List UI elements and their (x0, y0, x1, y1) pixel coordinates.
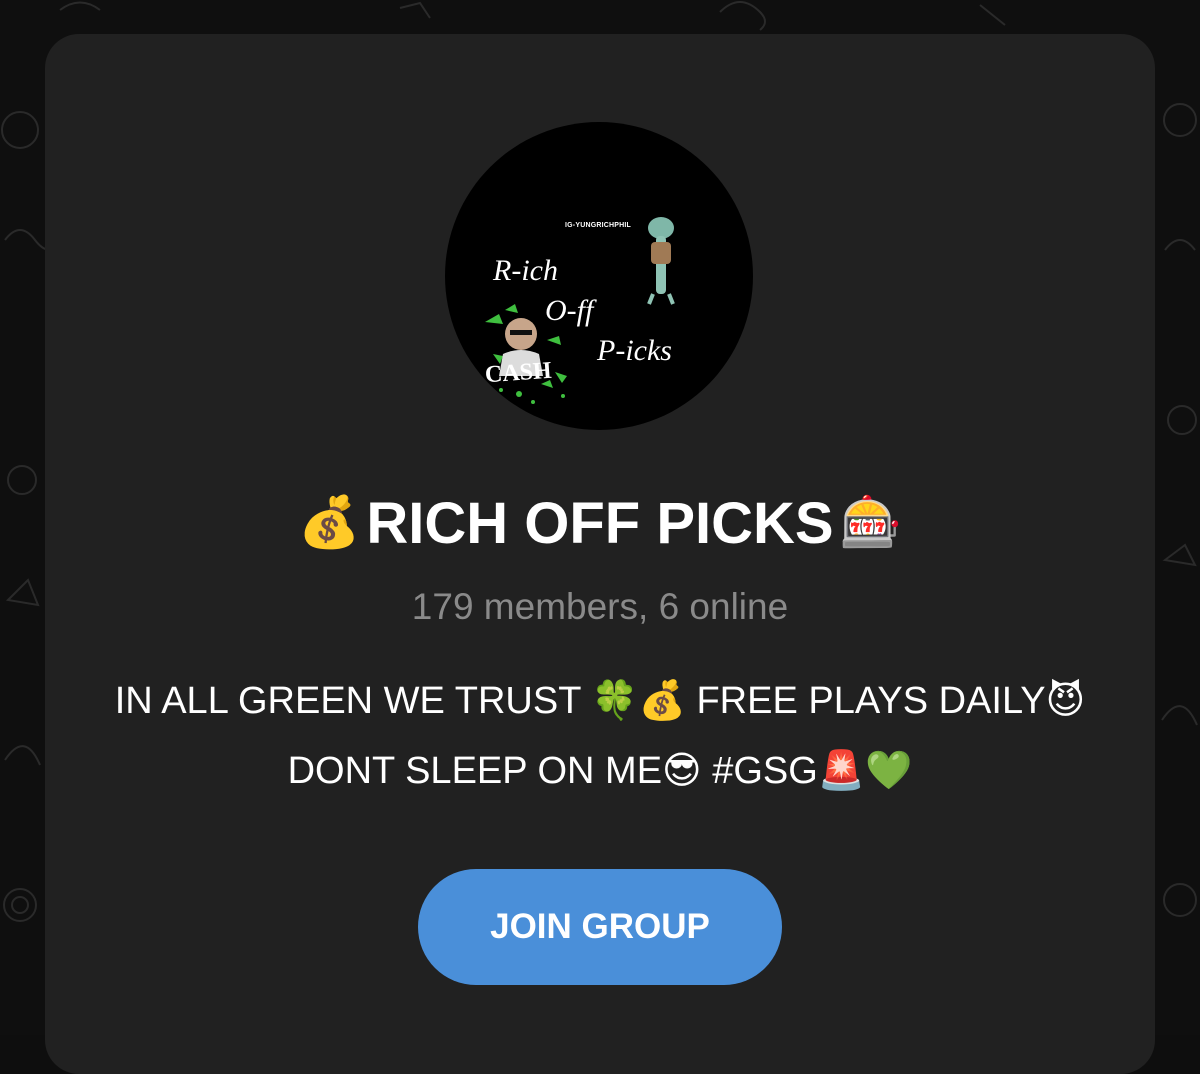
avatar-handle-text: IG-YUNGRICHPHIL (565, 222, 631, 229)
avatar-line-off: O-ff (545, 294, 594, 327)
avatar-line-picks: P-icks (597, 334, 672, 367)
member-count: 179 members, 6 online (411, 586, 789, 627)
slot-machine-icon: 🎰 (839, 494, 902, 550)
character-figure-icon (647, 217, 675, 305)
avatar-cash-badge: CASH (484, 357, 553, 389)
group-title-text: RICH OFF PICKS (366, 491, 834, 556)
group-preview-card: IG-YUNGRICHPHIL R-ich O-ff P-icks CASH 💰… (45, 34, 1155, 1074)
join-group-button[interactable]: JOIN GROUP (418, 869, 782, 985)
money-bag-icon: 💰 (298, 494, 361, 550)
avatar-line-rich: R-ich (493, 254, 558, 287)
group-description: IN ALL GREEN WE TRUST 🍀💰 FREE PLAYS DAIL… (114, 680, 1086, 792)
group-title: 💰 RICH OFF PICKS 🎰 (45, 482, 1155, 564)
group-avatar: IG-YUNGRICHPHIL R-ich O-ff P-icks CASH (445, 122, 753, 430)
